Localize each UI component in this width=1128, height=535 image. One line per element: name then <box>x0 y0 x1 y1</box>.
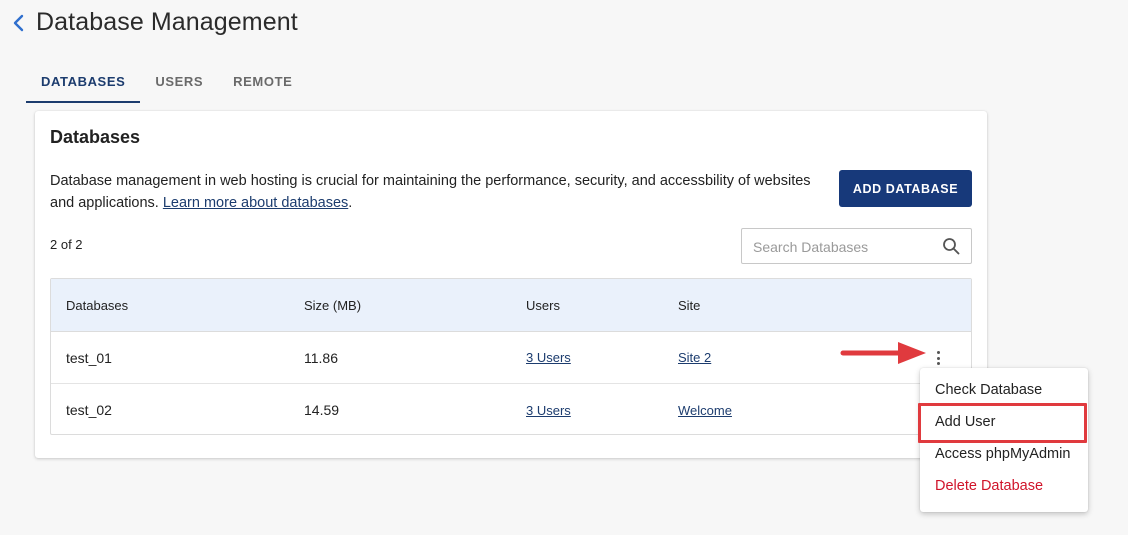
row-actions-menu: Check Database Add User Access phpMyAdmi… <box>920 368 1088 512</box>
column-header-size: Size (MB) <box>304 297 362 313</box>
tab-databases[interactable]: DATABASES <box>26 62 141 103</box>
menu-item-check-database[interactable]: Check Database <box>920 374 1088 406</box>
search-box <box>741 228 972 264</box>
table-header: Databases Size (MB) Users Site <box>51 279 971 332</box>
card-title: Databases <box>50 127 141 147</box>
site-link[interactable]: Site 2 <box>678 350 711 365</box>
database-name: test_02 <box>66 402 112 418</box>
result-count: 2 of 2 <box>50 237 83 252</box>
search-input[interactable] <box>753 237 933 257</box>
databases-table: Databases Size (MB) Users Site test_01 1… <box>50 278 972 435</box>
database-name: test_01 <box>66 349 112 366</box>
menu-item-delete-database[interactable]: Delete Database <box>920 470 1088 502</box>
users-link[interactable]: 3 Users <box>526 403 571 418</box>
add-database-button[interactable]: ADD DATABASE <box>839 170 972 207</box>
table-row: test_01 11.86 3 Users Site 2 <box>51 332 971 384</box>
tab-remote[interactable]: REMOTE <box>218 62 307 103</box>
page-title: Database Management <box>36 8 298 36</box>
database-size: 14.59 <box>304 402 340 418</box>
users-link[interactable]: 3 Users <box>526 350 571 365</box>
database-size: 11.86 <box>304 349 338 366</box>
tab-bar: DATABASES USERS REMOTE <box>26 62 307 103</box>
site-link[interactable]: Welcome <box>678 403 732 418</box>
menu-item-access-phpmyadmin[interactable]: Access phpMyAdmin <box>920 438 1088 470</box>
table-row: test_02 14.59 3 Users Welcome <box>51 384 971 436</box>
chevron-left-icon[interactable] <box>12 9 30 37</box>
description-period: . <box>348 195 353 211</box>
learn-more-link[interactable]: Learn more about databases <box>163 195 348 211</box>
page-header: Database Management <box>12 8 298 37</box>
more-options-icon[interactable] <box>931 349 945 367</box>
databases-card: Databases Database management in web hos… <box>35 111 987 458</box>
search-icon[interactable] <box>942 237 960 255</box>
annotation-arrow <box>840 342 926 364</box>
card-description: Database management in web hosting is cr… <box>50 170 820 214</box>
column-header-databases: Databases <box>66 297 129 313</box>
column-header-site: Site <box>678 297 701 313</box>
menu-item-add-user[interactable]: Add User <box>920 406 1088 438</box>
column-header-users: Users <box>526 297 560 313</box>
tab-users[interactable]: USERS <box>140 62 218 103</box>
